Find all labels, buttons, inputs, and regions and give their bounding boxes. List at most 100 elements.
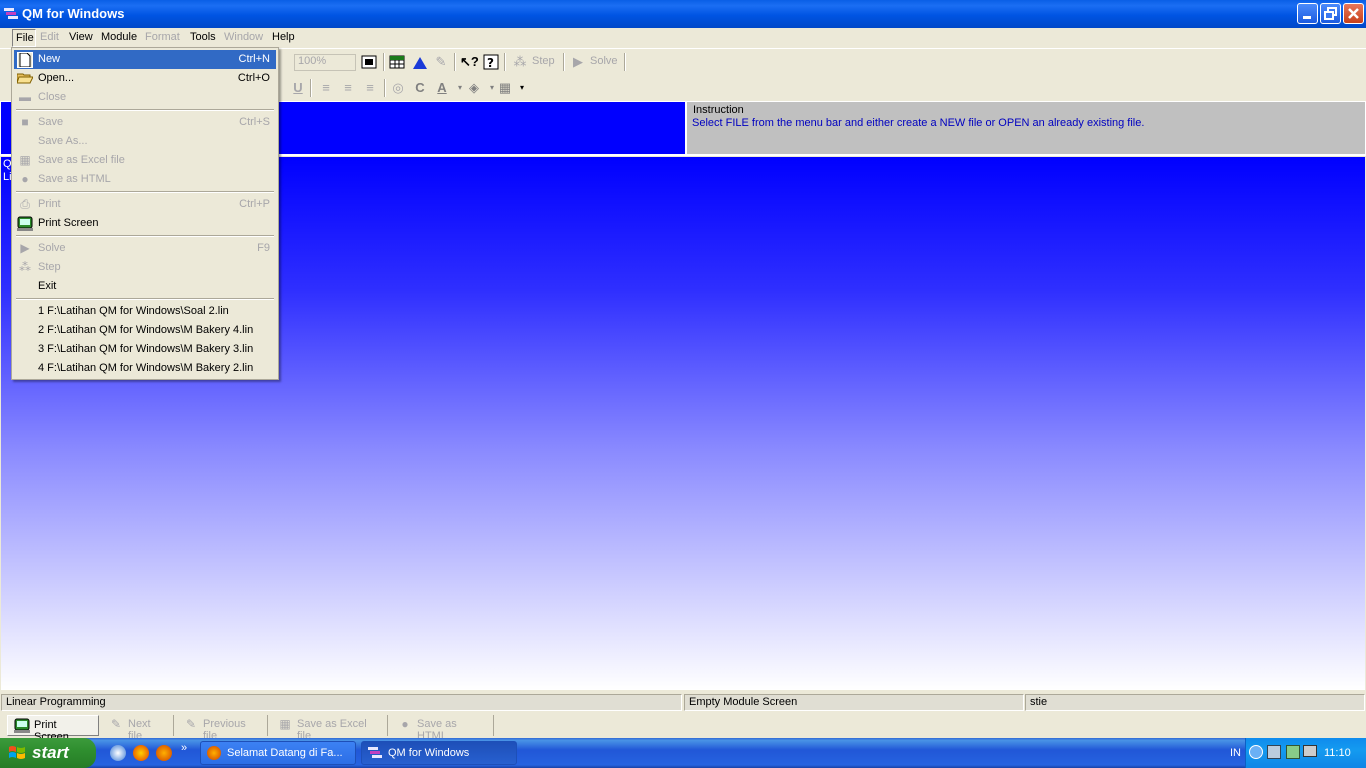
- underline-icon[interactable]: U: [290, 80, 306, 96]
- step-button[interactable]: Step: [532, 55, 555, 67]
- align-right-icon[interactable]: ≡: [362, 80, 378, 96]
- table-icon[interactable]: [389, 54, 405, 70]
- close-button[interactable]: [1343, 3, 1364, 24]
- new-file-icon: [17, 52, 33, 68]
- next-file-icon: ✎: [110, 717, 122, 731]
- menu-item-recent-4[interactable]: 4 F:\Latihan QM for Windows\M Bakery 2.l…: [14, 359, 276, 378]
- taskbar-item-qm[interactable]: QM for Windows: [361, 741, 517, 765]
- safely-remove-icon[interactable]: [1286, 745, 1300, 759]
- menu-item-label: Save As...: [38, 135, 88, 147]
- menu-item-label: Save as Excel file: [38, 154, 125, 166]
- minimize-button[interactable]: [1297, 3, 1318, 24]
- menu-item-new[interactable]: New Ctrl+N: [14, 50, 276, 69]
- fill-color-icon[interactable]: ◈: [466, 80, 482, 96]
- firefox-icon: [207, 746, 221, 760]
- tray-expand-icon[interactable]: [1249, 745, 1263, 759]
- start-button[interactable]: start: [0, 738, 96, 768]
- step-icon: ⁂: [19, 260, 31, 274]
- clock[interactable]: 11:10: [1324, 747, 1351, 759]
- recent-file-label: 1 F:\Latihan QM for Windows\Soal 2.lin: [38, 305, 229, 317]
- menu-item-save-as[interactable]: Save As...: [14, 132, 276, 151]
- network-icon[interactable]: [1267, 745, 1281, 759]
- recent-file-label: 2 F:\Latihan QM for Windows\M Bakery 4.l…: [38, 324, 254, 336]
- menu-module[interactable]: Module: [101, 31, 137, 43]
- globe-icon: ●: [21, 172, 29, 186]
- menu-item-print[interactable]: ⎙ Print Ctrl+P: [14, 195, 276, 214]
- qm-app-icon[interactable]: [4, 7, 18, 21]
- save-icon: ■: [21, 115, 29, 129]
- graph-icon[interactable]: [412, 54, 428, 70]
- toolbar-separator: [504, 53, 506, 71]
- print-screen-icon: [14, 718, 30, 734]
- color-icon[interactable]: C: [412, 80, 428, 96]
- menu-window[interactable]: Window: [224, 31, 263, 43]
- previous-file-button[interactable]: ✎ Previous file: [177, 715, 268, 742]
- borders-icon[interactable]: ▦: [497, 80, 513, 96]
- zoom-select[interactable]: 100%: [294, 54, 356, 71]
- menu-format[interactable]: Format: [145, 31, 180, 43]
- instruction-panel: Instruction Select FILE from the menu ba…: [687, 102, 1365, 154]
- status-user: stie: [1025, 694, 1365, 711]
- menu-item-label: Print: [38, 198, 61, 210]
- menu-separator: [16, 109, 274, 111]
- menu-item-print-screen[interactable]: Print Screen: [14, 214, 276, 233]
- language-indicator[interactable]: IN: [1230, 747, 1241, 759]
- chevron-down-icon[interactable]: ▾: [514, 80, 530, 96]
- menu-item-save-html[interactable]: ● Save as HTML: [14, 170, 276, 189]
- context-help-icon[interactable]: ↖?: [460, 54, 479, 70]
- monitor-icon[interactable]: [1303, 745, 1317, 757]
- excel-icon: ▦: [19, 153, 31, 167]
- instruction-text: Select FILE from the menu bar and either…: [692, 117, 1145, 129]
- align-center-icon[interactable]: ≡: [340, 80, 356, 96]
- quicklaunch-ie-icon[interactable]: [110, 745, 126, 761]
- recent-file-label: 3 F:\Latihan QM for Windows\M Bakery 3.l…: [38, 343, 254, 355]
- toolbar-separator: [563, 53, 565, 71]
- qm-app-icon: [368, 747, 382, 758]
- menu-item-open[interactable]: Open... Ctrl+O: [14, 69, 276, 88]
- menu-item-recent-1[interactable]: 1 F:\Latihan QM for Windows\Soal 2.lin: [14, 302, 276, 321]
- step-icon[interactable]: ⁂: [512, 54, 528, 70]
- align-left-icon[interactable]: ≡: [318, 80, 334, 96]
- toolbar-separator: [384, 79, 386, 97]
- menu-tools[interactable]: Tools: [190, 31, 216, 43]
- restore-button[interactable]: [1320, 3, 1341, 24]
- file-dropdown-menu: New Ctrl+N Open... Ctrl+O ▬ Close ■ Save…: [11, 47, 279, 380]
- menu-item-label: Solve: [38, 242, 66, 254]
- menu-item-recent-3[interactable]: 3 F:\Latihan QM for Windows\M Bakery 3.l…: [14, 340, 276, 359]
- recent-file-label: 4 F:\Latihan QM for Windows\M Bakery 2.l…: [38, 362, 254, 374]
- menu-file[interactable]: File: [12, 29, 36, 47]
- print-screen-button[interactable]: Print Screen: [7, 715, 99, 743]
- menu-item-save[interactable]: ■ Save Ctrl+S: [14, 113, 276, 132]
- menu-item-save-excel[interactable]: ▦ Save as Excel file: [14, 151, 276, 170]
- menu-separator: [16, 298, 274, 300]
- menu-item-label: Close: [38, 91, 67, 103]
- menu-help[interactable]: Help: [272, 31, 295, 43]
- menu-view[interactable]: View: [69, 31, 93, 43]
- solve-button[interactable]: Solve: [590, 55, 618, 67]
- fill-pattern-icon[interactable]: ◎: [390, 80, 406, 96]
- next-file-button[interactable]: ✎ Next file: [102, 715, 174, 742]
- tools-icon[interactable]: ✎: [433, 54, 449, 70]
- menu-item-solve[interactable]: ▶ Solve F9: [14, 239, 276, 258]
- menu-item-recent-2[interactable]: 2 F:\Latihan QM for Windows\M Bakery 4.l…: [14, 321, 276, 340]
- minimize-icon: [1303, 16, 1311, 19]
- save-html-button[interactable]: ● Save as HTML: [391, 715, 494, 742]
- help-icon[interactable]: ?: [483, 54, 499, 70]
- solve-icon[interactable]: ▶: [570, 54, 586, 70]
- save-excel-button[interactable]: ▦ Save as Excel file: [271, 715, 388, 742]
- open-folder-icon: [16, 71, 34, 87]
- quicklaunch-more-icon[interactable]: »: [181, 742, 187, 754]
- menu-item-label: New: [38, 53, 61, 65]
- menu-item-exit[interactable]: Exit: [14, 277, 276, 296]
- toolbar-separator: [383, 53, 385, 71]
- font-color-icon[interactable]: A: [434, 80, 450, 96]
- menu-item-label: Print Screen: [38, 217, 99, 229]
- quicklaunch-chrome-icon[interactable]: [133, 745, 149, 761]
- quicklaunch-firefox-icon[interactable]: [156, 745, 172, 761]
- taskbar: start » Selamat Datang di Fa... QM for W…: [0, 738, 1366, 768]
- menu-item-step[interactable]: ⁂ Step: [14, 258, 276, 277]
- taskbar-item-firefox[interactable]: Selamat Datang di Fa...: [200, 741, 356, 765]
- menu-edit[interactable]: Edit: [40, 31, 59, 43]
- fit-window-icon[interactable]: [361, 54, 377, 70]
- menu-item-close[interactable]: ▬ Close: [14, 88, 276, 107]
